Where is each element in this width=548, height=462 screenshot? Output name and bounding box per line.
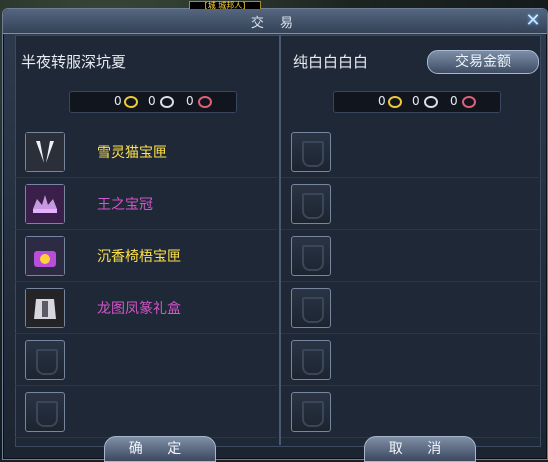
list-item	[281, 387, 539, 438]
list-item	[281, 127, 539, 178]
item-name: 龙图凤篆礼盒	[97, 301, 181, 317]
left-gold-value: 0	[114, 94, 122, 108]
list-item[interactable]	[15, 335, 277, 386]
cancel-button[interactable]: 取 消	[364, 436, 476, 462]
empty-slot-icon	[302, 245, 324, 271]
left-copper-value: 0	[186, 94, 194, 108]
white-wings-icon	[26, 133, 64, 171]
item-name: 雪灵猫宝匣	[97, 145, 167, 161]
right-money-display: 0 0 0	[333, 91, 501, 113]
trade-window: [城 城邦人] 交 易 ✕ 半夜转服深坑夏 0 0 0 纯白白白白 交易金额 0…	[2, 1, 548, 460]
title-bar[interactable]: 交 易 ✕	[3, 9, 547, 34]
empty-slot-icon	[302, 349, 324, 375]
silver-coin-icon	[424, 96, 438, 108]
list-item[interactable]	[15, 387, 277, 438]
close-icon[interactable]: ✕	[523, 11, 543, 31]
silver-coin-icon	[160, 96, 174, 108]
right-gold-value: 0	[378, 94, 386, 108]
empty-slot[interactable]	[25, 392, 65, 432]
empty-slot-icon	[302, 193, 324, 219]
left-silver-value: 0	[148, 94, 156, 108]
list-item	[281, 231, 539, 282]
list-item	[281, 179, 539, 230]
right-silver-value: 0	[412, 94, 420, 108]
confirm-button[interactable]: 确 定	[104, 436, 216, 462]
empty-slot[interactable]	[291, 184, 331, 224]
empty-slot[interactable]	[291, 132, 331, 172]
item-slot[interactable]	[25, 236, 65, 276]
item-name: 王之宝冠	[97, 197, 153, 213]
empty-slot-icon	[36, 349, 58, 375]
gold-coin-icon	[124, 96, 138, 108]
gold-coin-icon	[388, 96, 402, 108]
window-title: 交 易	[250, 16, 300, 31]
left-money-display: 0 0 0	[69, 91, 237, 113]
list-item	[281, 283, 539, 334]
trade-amount-button[interactable]: 交易金额	[427, 50, 539, 74]
right-player-name: 纯白白白白	[293, 53, 369, 71]
treasure-box-icon	[26, 237, 64, 275]
empty-slot-icon	[302, 141, 324, 167]
right-copper-value: 0	[450, 94, 458, 108]
empty-slot-icon	[302, 401, 324, 427]
empty-slot-icon	[302, 297, 324, 323]
empty-slot[interactable]	[291, 340, 331, 380]
empty-slot[interactable]	[291, 392, 331, 432]
list-item[interactable]: 王之宝冠	[15, 179, 277, 230]
list-item	[281, 335, 539, 386]
empty-slot[interactable]	[291, 288, 331, 328]
armor-icon	[26, 289, 64, 327]
left-player-name: 半夜转服深坑夏	[21, 53, 127, 71]
copper-coin-icon	[462, 96, 476, 108]
item-slot[interactable]	[25, 288, 65, 328]
list-item[interactable]: 雪灵猫宝匣	[15, 127, 277, 178]
empty-slot[interactable]	[291, 236, 331, 276]
list-item[interactable]: 沉香椅梧宝匣	[15, 231, 277, 282]
empty-slot[interactable]	[25, 340, 65, 380]
empty-slot-icon	[36, 401, 58, 427]
item-slot[interactable]	[25, 132, 65, 172]
crown-icon	[26, 185, 64, 223]
item-slot[interactable]	[25, 184, 65, 224]
copper-coin-icon	[198, 96, 212, 108]
list-item[interactable]: 龙图凤篆礼盒	[15, 283, 277, 334]
item-name: 沉香椅梧宝匣	[97, 249, 181, 265]
